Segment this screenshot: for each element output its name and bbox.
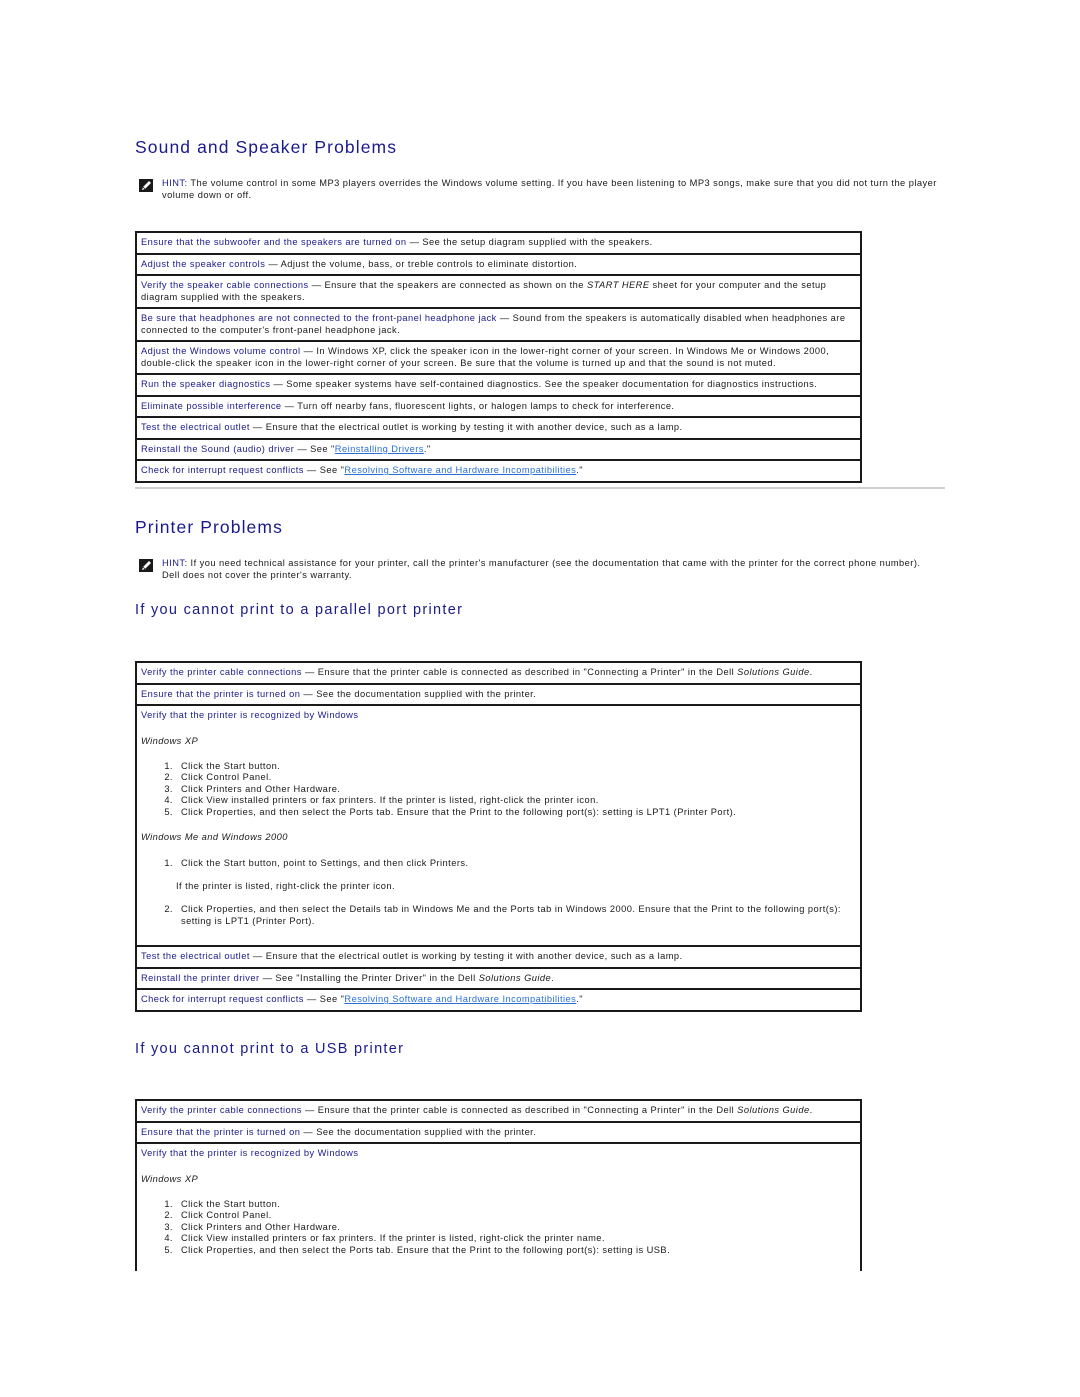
reinstalling-drivers-link[interactable]: Reinstalling Drivers bbox=[335, 444, 424, 454]
list-item: Click Printers and Other Hardware. bbox=[176, 1222, 856, 1233]
list-item: Click Properties, and then select the Po… bbox=[176, 1245, 856, 1256]
table-row: Check for interrupt request conflicts — … bbox=[137, 459, 860, 481]
table-row: Verify that the printer is recognized by… bbox=[137, 704, 860, 945]
xp-steps-list: Click the Start button. Click Control Pa… bbox=[141, 761, 856, 818]
row-lead: Test the electrical outlet bbox=[141, 422, 250, 432]
table-row: Verify that the printer is recognized by… bbox=[137, 1142, 860, 1260]
table-row: Reinstall the printer driver — See "Inst… bbox=[137, 966, 860, 989]
hint-label: HINT: bbox=[162, 558, 188, 568]
section-divider bbox=[135, 487, 945, 489]
list-item: Click Properties, and then select the Po… bbox=[176, 807, 856, 818]
list-item: Click View installed printers or fax pri… bbox=[176, 795, 856, 806]
resolving-incompatibilities-link[interactable]: Resolving Software and Hardware Incompat… bbox=[344, 994, 576, 1004]
table-row: Verify the printer cable connections — E… bbox=[141, 1105, 813, 1115]
note-pencil-icon bbox=[139, 179, 153, 192]
os-label: Windows Me and Windows 2000 bbox=[141, 832, 288, 843]
os-label: Windows XP bbox=[141, 1173, 199, 1184]
usb-printer-table: Verify the printer cable connections — E… bbox=[135, 1099, 862, 1271]
row-lead: Run the speaker diagnostics bbox=[141, 379, 271, 389]
table-row: Ensure that the subwoofer and the speake… bbox=[141, 237, 653, 247]
row-lead: Adjust the Windows volume control bbox=[141, 346, 301, 356]
table-row: Eliminate possible interference — Turn o… bbox=[137, 394, 860, 417]
sound-troubleshoot-table: Ensure that the subwoofer and the speake… bbox=[135, 231, 862, 483]
list-item: Click the Start button, point to Setting… bbox=[176, 858, 856, 893]
parallel-printer-table: Verify the printer cable connections — E… bbox=[135, 661, 862, 1012]
list-item: Click the Start button. bbox=[176, 1199, 856, 1210]
table-row: Reinstall the Sound (audio) driver — See… bbox=[137, 437, 860, 460]
list-item: Click View installed printers or fax pri… bbox=[176, 1233, 856, 1244]
row-lead: Reinstall the Sound (audio) driver bbox=[141, 443, 295, 454]
printer-section-title: Printer Problems bbox=[135, 517, 283, 537]
row-lead: Check for interrupt request conflicts bbox=[141, 465, 304, 475]
list-item: Click the Start button. bbox=[176, 761, 856, 772]
table-row: Be sure that headphones are not connecte… bbox=[137, 307, 860, 340]
table-row: Test the electrical outlet — Ensure that… bbox=[137, 416, 860, 438]
hint-label: HINT: bbox=[162, 178, 188, 188]
row-lead: Verify the speaker cable connections bbox=[141, 280, 309, 290]
table-row: Verify the printer cable connections — E… bbox=[141, 667, 813, 677]
os-label: Windows XP bbox=[141, 735, 199, 746]
hint-text: The volume control in some MP3 players o… bbox=[162, 178, 937, 200]
xp-steps-list: Click the Start button. Click Control Pa… bbox=[141, 1199, 856, 1256]
list-item: Click Printers and Other Hardware. bbox=[176, 784, 856, 795]
table-row: Test the electrical outlet — Ensure that… bbox=[137, 945, 860, 967]
table-row: Ensure that the printer is turned on — S… bbox=[137, 682, 860, 705]
note-pencil-icon bbox=[139, 559, 153, 572]
printer-hint: HINT: If you need technical assistance f… bbox=[139, 558, 939, 581]
usb-printer-heading: If you cannot print to a USB printer bbox=[135, 1041, 405, 1057]
list-item: Click Properties, and then select the De… bbox=[176, 904, 856, 927]
table-row: Ensure that the printer is turned on — S… bbox=[137, 1120, 860, 1143]
list-item: Click Control Panel. bbox=[176, 772, 856, 783]
list-item: Click Control Panel. bbox=[176, 1210, 856, 1221]
row-lead: Adjust the speaker controls bbox=[141, 258, 266, 269]
row-lead: Eliminate possible interference bbox=[141, 400, 282, 411]
me-steps-list: Click the Start button, point to Setting… bbox=[141, 858, 856, 928]
table-row: Adjust the speaker controls — Adjust the… bbox=[137, 252, 860, 275]
sound-section-title: Sound and Speaker Problems bbox=[135, 137, 398, 157]
parallel-printer-heading: If you cannot print to a parallel port p… bbox=[135, 602, 464, 618]
hint-text: If you need technical assistance for you… bbox=[162, 558, 921, 580]
row-lead: Ensure that the subwoofer and the speake… bbox=[141, 237, 407, 247]
table-row: Verify the speaker cable connections — E… bbox=[137, 274, 860, 307]
table-row: Adjust the Windows volume control — In W… bbox=[137, 340, 860, 373]
table-row: Run the speaker diagnostics — Some speak… bbox=[137, 373, 860, 395]
sound-hint: HINT: The volume control in some MP3 pla… bbox=[139, 178, 939, 201]
table-row: Check for interrupt request conflicts — … bbox=[137, 988, 860, 1010]
resolving-incompatibilities-link[interactable]: Resolving Software and Hardware Incompat… bbox=[344, 465, 576, 475]
row-lead: Be sure that headphones are not connecte… bbox=[141, 313, 497, 323]
